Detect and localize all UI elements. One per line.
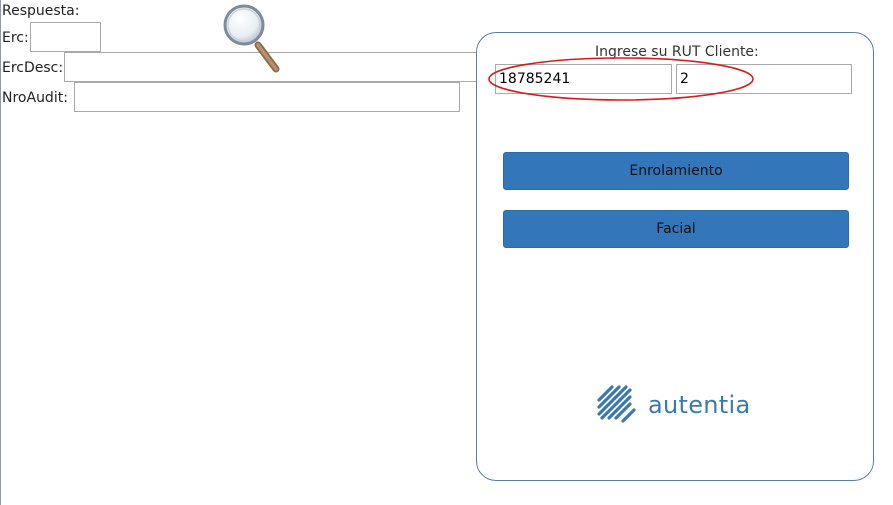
window-left-border: [0, 0, 1, 505]
erc-label: Erc:: [2, 30, 29, 46]
rut-check-digit-input[interactable]: [676, 64, 852, 94]
enrolamiento-button[interactable]: Enrolamiento: [503, 152, 849, 190]
erc-input[interactable]: [30, 22, 101, 52]
magnifying-glass-icon: [223, 4, 280, 73]
nroaudit-input[interactable]: [74, 82, 460, 112]
nroaudit-label: NroAudit:: [2, 90, 68, 106]
rut-number-input[interactable]: [495, 64, 672, 94]
autentia-logo-text: autentia: [648, 391, 751, 419]
ercdesc-label: ErcDesc:: [2, 60, 64, 76]
autentia-logo-icon: [597, 385, 636, 423]
rut-panel-title: Ingrese su RUT Cliente:: [595, 44, 759, 60]
facial-button[interactable]: Facial: [503, 210, 849, 248]
autentia-logo: autentia: [596, 384, 751, 426]
response-heading: Respuesta:: [2, 3, 80, 19]
